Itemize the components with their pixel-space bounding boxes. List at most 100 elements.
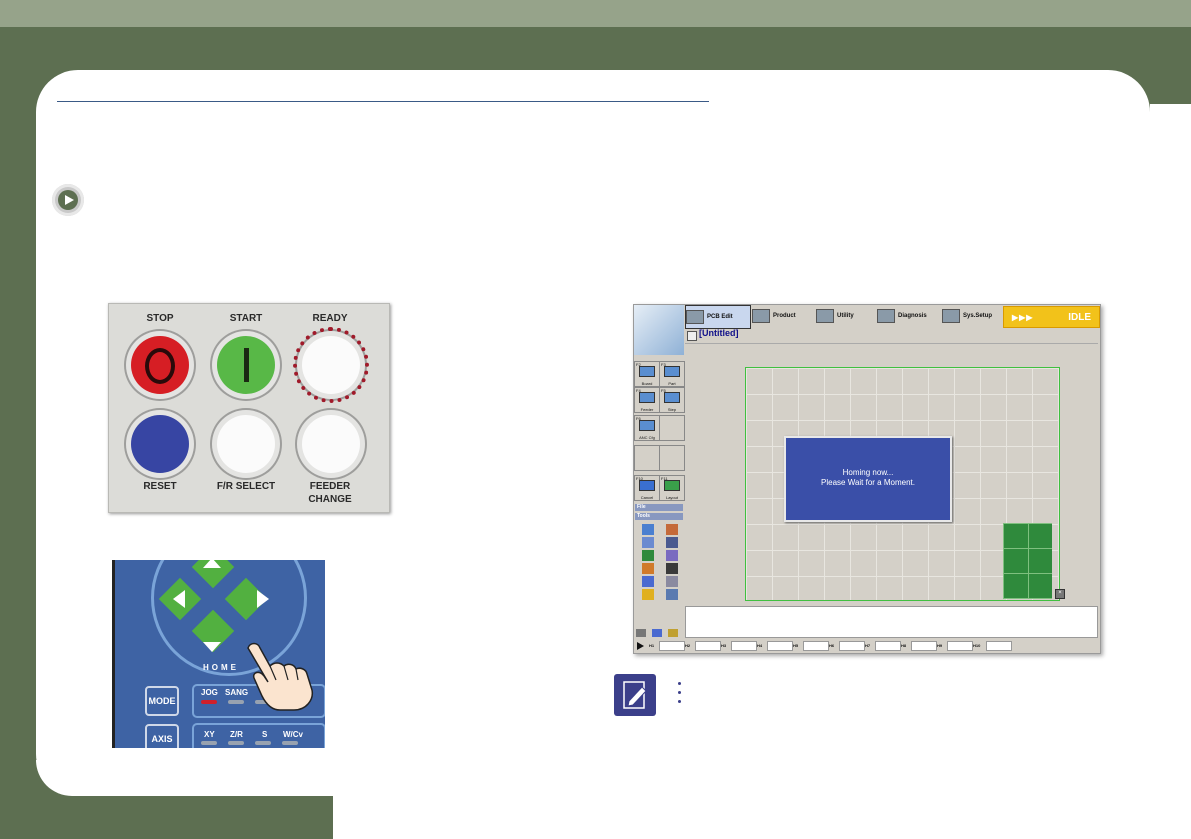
title-rule: [57, 101, 709, 102]
tool-icon-7[interactable]: [642, 563, 654, 574]
homing-dialog: Homing now... Please Wait for a Moment.: [784, 436, 952, 522]
cancel-button[interactable]: F10 Cancel: [634, 475, 660, 501]
feeder-change-button[interactable]: [302, 415, 360, 473]
stop-button[interactable]: [131, 336, 189, 394]
start-label: START: [229, 313, 263, 324]
wcv-led: [282, 741, 298, 745]
s-led: [255, 741, 271, 745]
page-sheet-bottom: [333, 796, 1191, 839]
document-title-bar: [Untitled]: [685, 328, 1098, 344]
tool-icon-9[interactable]: [642, 576, 654, 587]
tab-pcb-edit[interactable]: PCB Edit: [685, 305, 751, 329]
feeder-icon: [639, 392, 655, 403]
hotkey-h2-field: [695, 641, 721, 651]
hotkey-h3[interactable]: H3: [721, 643, 726, 648]
board-block: [1003, 523, 1052, 599]
note-pencil-icon: [614, 674, 656, 716]
fr-select-button[interactable]: [217, 415, 275, 473]
reset-button[interactable]: [131, 415, 189, 473]
status-icon-2: [652, 629, 662, 637]
hotkey-h10-field: [986, 641, 1012, 651]
app-logo: [634, 305, 684, 355]
tool-icon-8[interactable]: [666, 563, 678, 574]
s-label: S: [262, 730, 268, 739]
hotkey-h4[interactable]: H4: [757, 643, 762, 648]
hotkey-h5-field: [803, 641, 829, 651]
part-button[interactable]: F3 Part: [659, 361, 685, 387]
wcv-label: W/Cv: [283, 730, 303, 739]
home-label: HOME: [203, 663, 239, 672]
tool-icon-2[interactable]: [666, 524, 678, 535]
hotkey-h6[interactable]: H6: [829, 643, 834, 648]
feeder-change-label-2: CHANGE: [308, 494, 352, 505]
pcb-edit-icon: [686, 310, 704, 324]
start-button[interactable]: [217, 336, 275, 394]
feeder-button[interactable]: F4 Feeder: [634, 387, 660, 413]
tool-icon-12[interactable]: [666, 589, 678, 600]
hotkey-h6-field: [839, 641, 865, 651]
feeder-change-label: FEEDER: [309, 481, 351, 492]
hotkey-h9-field: [947, 641, 973, 651]
hotkey-h1-field: [659, 641, 685, 651]
arrow-up-icon: [203, 560, 221, 568]
document-icon: [687, 331, 697, 341]
hotkey-h8[interactable]: H8: [901, 643, 906, 648]
tool-icon-3[interactable]: [642, 537, 654, 548]
tab-sys-setup[interactable]: Sys.Setup: [942, 305, 1002, 327]
pressing-hand-icon: [247, 642, 314, 711]
ready-highlight-ring: [293, 327, 369, 403]
play-icon: [52, 184, 84, 216]
control-panel-photo: STOP START READY RESET F/R SELECT FEEDER…: [108, 303, 390, 513]
dialog-line-1: Homing now...: [842, 468, 894, 477]
hotkey-h8-field: [911, 641, 937, 651]
page-sheet-bottom-corner: [36, 760, 333, 796]
hotkey-h1[interactable]: H1: [649, 643, 654, 648]
sys-setup-icon: [942, 309, 960, 323]
tool-icon-1[interactable]: [642, 524, 654, 535]
tab-utility[interactable]: Utility: [816, 305, 874, 327]
tab-product[interactable]: Product: [752, 305, 812, 327]
tool-icon-5[interactable]: [642, 550, 654, 561]
disabled-tool-button-1[interactable]: [659, 415, 685, 441]
jog-led: [201, 700, 217, 704]
hotkey-h3-field: [731, 641, 757, 651]
anc-cfg-icon: [639, 420, 655, 431]
xy-led: [201, 741, 217, 745]
anc-cfg-button[interactable]: F6 ANC Cfg: [634, 415, 660, 441]
tab-diagnosis[interactable]: Diagnosis: [877, 305, 939, 327]
hotkey-h5[interactable]: H5: [793, 643, 798, 648]
ready-label: READY: [312, 313, 348, 324]
disabled-tool-button-2[interactable]: [634, 445, 660, 471]
hotkey-h10[interactable]: H10: [973, 643, 980, 648]
hotkey-h7[interactable]: H7: [865, 643, 870, 648]
tool-icon-6[interactable]: [666, 550, 678, 561]
arrow-right-icon: [257, 590, 269, 608]
header-strip: [0, 0, 1191, 27]
play-arrow-icon: [637, 642, 644, 650]
axis-button[interactable]: AXIS: [145, 724, 179, 748]
disabled-tool-button-3[interactable]: [659, 445, 685, 471]
step-button[interactable]: F5 Step: [659, 387, 685, 413]
dialog-line-2: Please Wait for a Moment.: [821, 478, 915, 487]
hotkey-h7-field: [875, 641, 901, 651]
page-sheet-right: [1150, 104, 1191, 839]
close-icon[interactable]: ×: [1055, 589, 1065, 599]
tool-icon-11[interactable]: [642, 589, 654, 600]
file-section-header[interactable]: File: [635, 504, 683, 511]
zr-label: Z/R: [230, 730, 243, 739]
product-icon: [752, 309, 770, 323]
hotkey-h2[interactable]: H2: [685, 643, 690, 648]
fr-select-label: F/R SELECT: [216, 481, 276, 492]
layout-button[interactable]: F11 Layout: [659, 475, 685, 501]
step-icon: [664, 392, 680, 403]
part-icon: [664, 366, 680, 377]
tool-icon-10[interactable]: [666, 576, 678, 587]
board-button[interactable]: F2 Board: [634, 361, 660, 387]
zr-led: [228, 741, 244, 745]
tools-section-header[interactable]: Tools: [635, 513, 683, 520]
tool-icon-4[interactable]: [666, 537, 678, 548]
mode-button[interactable]: MODE: [145, 686, 179, 716]
layout-icon: [664, 480, 680, 491]
status-icon-3: [668, 629, 678, 637]
hotkey-h9[interactable]: H9: [937, 643, 942, 648]
